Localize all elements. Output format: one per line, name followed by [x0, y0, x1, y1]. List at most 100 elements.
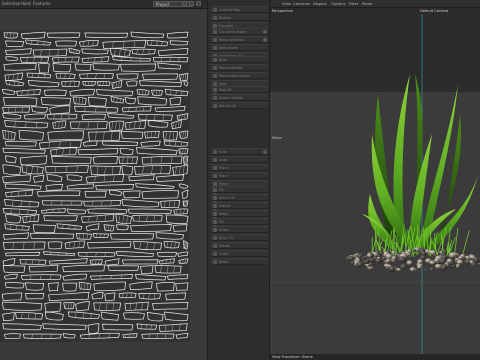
- circle-icon[interactable]: [263, 38, 267, 42]
- tool-label: Grid: [219, 150, 227, 154]
- pebble: [420, 254, 427, 260]
- uv-tool-palette: Project ▾ Optimal MapRealignEqualizeCut …: [153, 0, 270, 360]
- viewport-status-bar: View Transform: Scene: [270, 354, 480, 360]
- pebble: [446, 258, 453, 263]
- tool-label: Align UV: [219, 236, 234, 240]
- pebble: [452, 254, 459, 259]
- uv-editor-panel: Selection Hard Features: [0, 0, 207, 360]
- tool-button[interactable]: Pack shape match: [211, 72, 268, 79]
- pebble: [474, 258, 479, 262]
- pebble: [429, 267, 435, 272]
- tool-button[interactable]: Pack selected: [211, 64, 268, 71]
- tool-button[interactable]: Realign: [211, 14, 268, 21]
- tool-button[interactable]: Flip U: [211, 164, 268, 171]
- tool-button[interactable]: Fill: [211, 186, 268, 193]
- application-window: Selection Hard Features Project ▾ Optima…: [0, 0, 480, 360]
- tool-group-3: Map All Smart Unwrap Rotate UV: [211, 86, 268, 110]
- pebble: [412, 249, 417, 252]
- pebble: [388, 266, 396, 272]
- pebble: [348, 256, 355, 261]
- tool-label: Scale: [219, 252, 229, 256]
- tool-icon: [213, 244, 217, 248]
- uv-menu-features[interactable]: Features: [33, 0, 50, 8]
- undo-icon[interactable]: [182, 1, 187, 6]
- pebble: [429, 250, 437, 255]
- pebble: [417, 265, 422, 269]
- uv-menu-selection[interactable]: Selection: [2, 0, 20, 8]
- tool-button[interactable]: Snap: [211, 156, 268, 163]
- pebble: [379, 251, 384, 255]
- pebble: [376, 256, 381, 260]
- tool-icon: [213, 236, 217, 240]
- tool-button[interactable]: Grid: [211, 148, 268, 155]
- pebble: [442, 250, 447, 254]
- pebble: [366, 253, 372, 258]
- tool-icon: [213, 252, 217, 256]
- tool-button[interactable]: Smart Unwrap: [211, 94, 268, 101]
- tool-icon: [213, 212, 217, 216]
- tool-button[interactable]: Edit seams: [211, 44, 268, 51]
- menu-cameras[interactable]: Cameras: [293, 0, 310, 7]
- menu-view[interactable]: View: [282, 0, 291, 7]
- pebble: [396, 268, 402, 272]
- tool-label: Align: [219, 58, 228, 62]
- tool-label: Optimal Map: [219, 8, 241, 12]
- pebble: [462, 256, 467, 260]
- menu-panel[interactable]: Panel: [362, 0, 372, 7]
- circle-icon[interactable]: [263, 150, 267, 154]
- tool-button[interactable]: Mirror UV: [211, 194, 268, 201]
- pebble: [365, 263, 370, 267]
- tool-button[interactable]: Unpin: [211, 226, 268, 233]
- tool-icon: [213, 58, 217, 62]
- tool-label: Distort: [219, 204, 231, 208]
- tool-button[interactable]: Flip V: [211, 172, 268, 179]
- tool-button[interactable]: Optimal Map: [211, 6, 268, 13]
- tool-label: Relax: [219, 212, 229, 216]
- menu-filter[interactable]: Filter: [349, 0, 358, 7]
- pebble: [377, 254, 381, 257]
- redo-icon[interactable]: [189, 1, 194, 6]
- tool-button[interactable]: Relax: [211, 210, 268, 217]
- tool-button[interactable]: Cut along edges: [211, 28, 268, 35]
- tool-button[interactable]: Distort: [211, 202, 268, 209]
- uv-island-layout: [0, 9, 207, 360]
- tool-icon: [213, 260, 217, 264]
- tool-label: Realign: [219, 16, 232, 20]
- menu-options[interactable]: Options: [331, 0, 346, 7]
- tool-label: Pack shape match: [219, 74, 250, 78]
- tool-button[interactable]: Reset: [211, 258, 268, 265]
- tool-label: Mirror UV: [219, 196, 235, 200]
- pebble: [385, 253, 393, 259]
- circle-icon[interactable]: [263, 30, 267, 34]
- tool-button[interactable]: Align UV: [211, 234, 268, 241]
- tool-icon: [213, 66, 217, 70]
- tool-button[interactable]: Pin: [211, 218, 268, 225]
- tool-label: Map All: [219, 88, 232, 92]
- tool-button[interactable]: Map All: [211, 86, 268, 93]
- tool-label: Pin: [219, 220, 225, 224]
- tool-button[interactable]: Relax selection: [211, 36, 268, 43]
- 3d-canvas[interactable]: Mirror: [270, 14, 480, 354]
- uv-menu-hard[interactable]: Hard: [21, 0, 31, 8]
- projection-mode-value: Project: [156, 2, 170, 7]
- pebble: [439, 258, 447, 264]
- tool-button[interactable]: Scale: [211, 250, 268, 257]
- grid-icon[interactable]: [196, 1, 201, 6]
- pebble: [400, 263, 408, 269]
- uv-canvas[interactable]: [0, 9, 207, 360]
- menu-display[interactable]: Display: [313, 0, 327, 7]
- tool-button[interactable]: Rotate UV: [211, 102, 268, 109]
- pebble: [357, 254, 363, 259]
- tool-button[interactable]: Rotate: [211, 242, 268, 249]
- tool-icon: [213, 220, 217, 224]
- tool-label: Rotate UV: [219, 104, 236, 108]
- pebble: [420, 251, 427, 256]
- tool-icon: [213, 204, 217, 208]
- pebble: [424, 268, 428, 272]
- tool-icon: [213, 196, 217, 200]
- tool-icon: [213, 46, 217, 50]
- tool-button[interactable]: Align: [211, 56, 268, 63]
- pebble: [417, 259, 424, 264]
- tool-icon: [213, 30, 217, 34]
- tool-icon: [213, 158, 217, 162]
